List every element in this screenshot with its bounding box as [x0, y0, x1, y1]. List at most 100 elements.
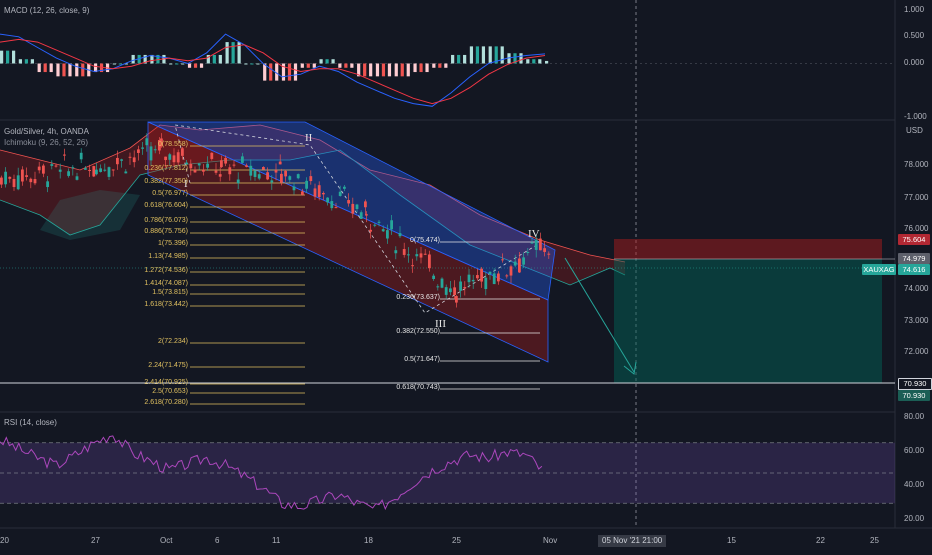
- candle-body: [428, 254, 431, 269]
- candle-body: [71, 167, 75, 169]
- candle-body: [132, 157, 136, 163]
- candle-body: [513, 261, 517, 266]
- target-tag: 70.930: [898, 378, 932, 390]
- target-tag-2: 70.930: [898, 390, 930, 401]
- candle-body: [313, 188, 317, 197]
- macd-histogram-bar: [256, 63, 260, 65]
- macd-histogram-bar: [350, 63, 354, 68]
- candle-body: [492, 273, 496, 285]
- macd-histogram-bar: [419, 63, 423, 73]
- macd-histogram-bar: [244, 63, 248, 65]
- candle-body: [488, 271, 492, 275]
- fib-left-label: 2.414(70.925): [144, 379, 188, 386]
- macd-histogram-bar: [175, 63, 179, 65]
- candle-body: [377, 221, 381, 223]
- candle-body: [436, 286, 440, 288]
- candle-body: [539, 238, 542, 251]
- macd-histogram-bar: [75, 63, 79, 77]
- candle-body: [292, 186, 296, 191]
- macd-histogram-bar: [131, 54, 135, 64]
- candle-body: [128, 156, 132, 158]
- candle-body: [467, 274, 471, 283]
- candle-body: [305, 180, 308, 189]
- candle-body: [463, 287, 467, 289]
- candle-body: [301, 191, 304, 195]
- fib-left-label: 0.886(75.756): [144, 228, 188, 235]
- time-axis-label: 27: [91, 536, 100, 545]
- candle-body: [522, 257, 525, 265]
- macd-histogram-bar: [526, 59, 530, 64]
- macd-tick: 1.000: [904, 5, 925, 14]
- currency-label: USD: [906, 126, 923, 135]
- candle-body: [181, 148, 184, 156]
- candle-body: [206, 163, 209, 168]
- chart-canvas[interactable]: [0, 0, 932, 550]
- candle-body: [241, 156, 244, 163]
- fib-left-label: 0.236(77.812): [144, 165, 188, 172]
- candle-body: [398, 233, 402, 237]
- macd-histogram-bar: [325, 59, 329, 64]
- candle-body: [218, 174, 222, 177]
- macd-histogram-bar: [293, 63, 298, 81]
- macd-histogram-bar: [369, 63, 373, 77]
- candle-body: [137, 149, 140, 153]
- candle-body: [210, 152, 214, 159]
- candle-body: [326, 197, 329, 203]
- candle-body: [309, 176, 313, 182]
- fib-left-label: 1.618(73.442): [144, 301, 188, 308]
- candle-body: [220, 160, 223, 168]
- macd-histogram-bar: [300, 63, 304, 68]
- indicator-title: Ichimoku (9, 26, 52, 26): [4, 138, 89, 147]
- macd-histogram-bar: [406, 63, 410, 77]
- chart-stage[interactable]: MACD (12, 26, close, 9) 1.000 0.500 0.00…: [0, 0, 932, 550]
- candle-body: [120, 159, 123, 161]
- candle-body: [99, 168, 102, 172]
- symbol-value-tag: 74.616: [898, 264, 930, 275]
- candle-body: [501, 259, 504, 261]
- candle-body: [547, 253, 551, 255]
- fib-left-label: 1(75.396): [158, 240, 188, 247]
- candle-body: [202, 169, 205, 172]
- candle-body: [236, 179, 240, 184]
- macd-histogram-bar: [218, 54, 222, 64]
- candle-body: [432, 275, 435, 280]
- candle-body: [4, 171, 7, 185]
- fib-left-label: 2.618(70.280): [144, 399, 188, 406]
- wave-label-iv: IV: [528, 228, 540, 240]
- macd-tick: 0.000: [904, 58, 925, 67]
- candle-body: [124, 171, 128, 174]
- candle-body: [369, 229, 372, 232]
- candle-body: [249, 165, 253, 176]
- fib-right-label: 0.618(70.743): [396, 384, 440, 391]
- macd-histogram-bar: [287, 63, 292, 81]
- candle-body: [197, 163, 201, 166]
- macd-histogram-bar: [444, 63, 448, 68]
- candle-body: [245, 165, 248, 167]
- candle-body: [193, 169, 197, 173]
- macd-title: MACD (12, 26, close, 9): [4, 6, 90, 15]
- candle-body: [111, 169, 115, 171]
- candle-body: [415, 254, 419, 257]
- candle-body: [480, 268, 483, 282]
- candle-body: [29, 178, 33, 183]
- candle-body: [373, 224, 377, 226]
- macd-histogram-bar: [387, 63, 392, 77]
- candle-body: [172, 155, 176, 163]
- macd-histogram-bar: [500, 46, 504, 64]
- candle-body: [168, 154, 172, 160]
- macd-histogram-bar: [538, 59, 542, 64]
- candle-body: [484, 277, 488, 290]
- macd-histogram-bar: [381, 63, 386, 77]
- macd-histogram-bar: [56, 63, 60, 77]
- candle-body: [449, 288, 452, 293]
- candle-body: [444, 287, 448, 295]
- fib-right-label: 0.236(73.637): [396, 294, 440, 301]
- macd-histogram-bar: [394, 63, 398, 77]
- candle-body: [274, 169, 278, 173]
- macd-histogram-bar: [212, 54, 216, 64]
- price-tick: 74.000: [904, 284, 929, 293]
- candle-body: [296, 174, 300, 179]
- candle-body: [359, 212, 363, 219]
- candle-body: [58, 169, 62, 172]
- macd-histogram-bar: [488, 46, 492, 64]
